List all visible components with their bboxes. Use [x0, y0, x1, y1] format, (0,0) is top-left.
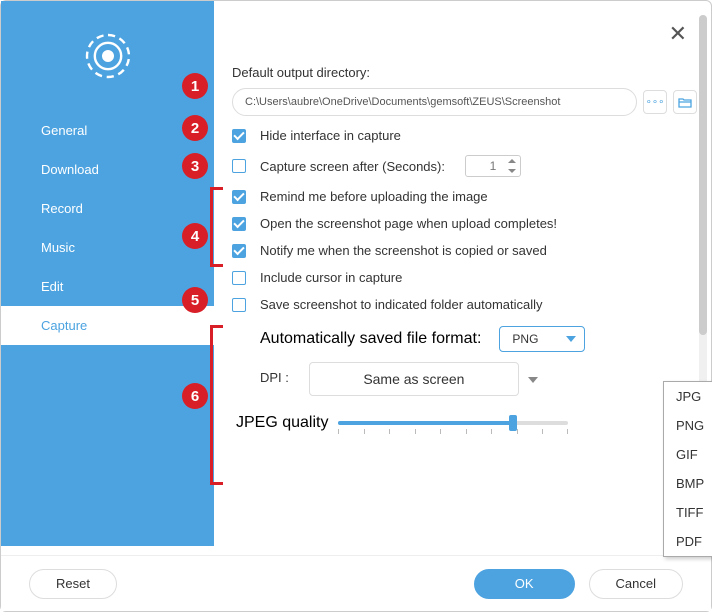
notify-copy-label: Notify me when the screenshot is copied …: [260, 243, 547, 258]
capture-after-stepper[interactable]: 1: [465, 155, 521, 177]
footer: Reset OK Cancel: [1, 555, 711, 611]
auto-save-label: Save screenshot to indicated folder auto…: [260, 297, 543, 312]
ok-button[interactable]: OK: [474, 569, 575, 599]
reset-button[interactable]: Reset: [29, 569, 117, 599]
annotation-bracket-4: [210, 187, 222, 267]
auto-save-checkbox[interactable]: [232, 298, 246, 312]
content-panel: 1 2 3 4 5 6 Default output directory: ∘∘…: [214, 1, 711, 546]
annotation-badge-5: 5: [182, 287, 208, 313]
dpi-select[interactable]: Same as screen: [309, 362, 519, 396]
gear-icon: [1, 1, 214, 111]
format-option-pdf[interactable]: PDF: [664, 527, 712, 556]
open-folder-button[interactable]: [673, 90, 697, 114]
annotation-badge-2: 2: [182, 115, 208, 141]
remind-upload-checkbox[interactable]: [232, 190, 246, 204]
format-option-tiff[interactable]: TIFF: [664, 498, 712, 527]
open-page-checkbox[interactable]: [232, 217, 246, 231]
sidebar-item-record[interactable]: Record: [1, 189, 214, 228]
annotation-badge-4: 4: [182, 223, 208, 249]
default-dir-input[interactable]: [232, 88, 637, 116]
hide-interface-checkbox[interactable]: [232, 129, 246, 143]
capture-after-checkbox[interactable]: [232, 159, 246, 173]
include-cursor-label: Include cursor in capture: [260, 270, 402, 285]
chevron-down-icon: [566, 336, 576, 342]
hide-interface-label: Hide interface in capture: [260, 128, 401, 143]
jpeg-quality-slider[interactable]: [338, 421, 568, 425]
open-page-label: Open the screenshot page when upload com…: [260, 216, 557, 231]
default-dir-label: Default output directory:: [232, 65, 697, 80]
format-select[interactable]: PNG: [499, 326, 585, 352]
format-select-value: PNG: [512, 332, 538, 346]
include-cursor-checkbox[interactable]: [232, 271, 246, 285]
more-button[interactable]: ∘∘∘: [643, 90, 667, 114]
annotation-badge-3: 3: [182, 153, 208, 179]
annotation-badge-6: 6: [182, 383, 208, 409]
notify-copy-checkbox[interactable]: [232, 244, 246, 258]
format-option-jpg[interactable]: JPG: [664, 382, 712, 411]
format-dropdown: JPG PNG GIF BMP TIFF PDF: [663, 381, 712, 557]
sidebar-item-capture[interactable]: Capture: [1, 306, 214, 345]
capture-after-label: Capture screen after (Seconds):: [260, 159, 445, 174]
jpeg-quality-label: JPEG quality: [236, 414, 328, 432]
format-option-png[interactable]: PNG: [664, 411, 712, 440]
dpi-label: DPI :: [260, 362, 289, 385]
cancel-button[interactable]: Cancel: [589, 569, 683, 599]
annotation-badge-1: 1: [182, 73, 208, 99]
format-label: Automatically saved file format:: [260, 330, 481, 348]
format-option-bmp[interactable]: BMP: [664, 469, 712, 498]
format-option-gif[interactable]: GIF: [664, 440, 712, 469]
annotation-bracket-6: [210, 325, 222, 485]
remind-upload-label: Remind me before uploading the image: [260, 189, 488, 204]
